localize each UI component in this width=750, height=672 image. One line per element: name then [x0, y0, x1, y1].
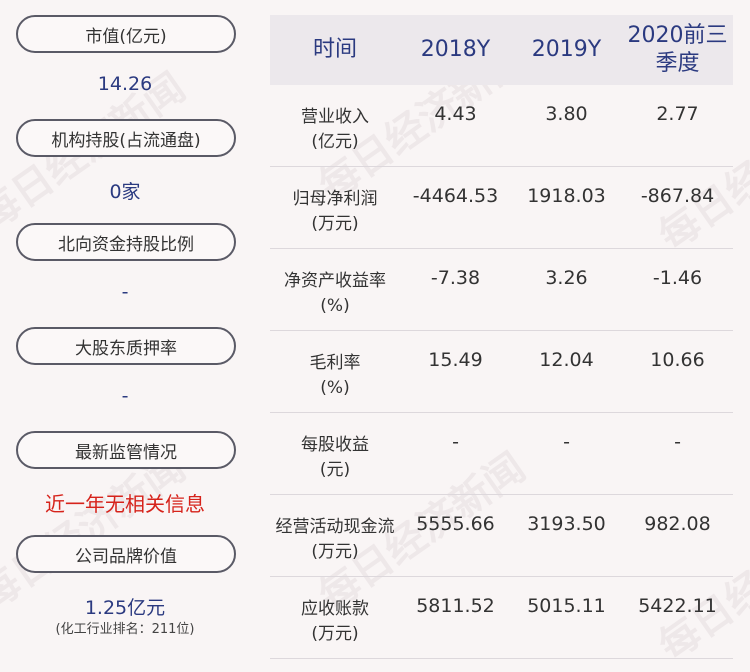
- table-cell: 10.66: [650, 349, 705, 371]
- row-label-name: 净资产收益率: [284, 271, 386, 291]
- table-row-roe: 净资产收益率 (%) -7.38 3.26 -1.46: [270, 249, 733, 331]
- row-label-name: 经营活动现金流: [275, 517, 395, 537]
- row-label-unit: (万元): [311, 542, 359, 562]
- table-cell: -1.46: [652, 267, 703, 289]
- header-time: 时间: [312, 37, 357, 62]
- market-cap-label: 市值(亿元): [16, 15, 236, 53]
- regulation-value: 近一年无相关信息: [45, 492, 205, 516]
- row-label-unit: (万元): [311, 214, 359, 234]
- brand-rank-note: (化工行业排名：211位): [55, 622, 195, 637]
- left-summary-panel: 市值(亿元) 14.26 机构持股(占流通盘) 0家 北向资金持股比例 - 大股…: [0, 0, 250, 667]
- table-row-receivables: 应收账款 (万元) 5811.52 5015.11 5422.11: [270, 577, 733, 659]
- financial-table: 时间 2018Y 2019Y 2020前三季度 营业收入 (亿元) 4.43 3.80…: [270, 15, 733, 659]
- row-label-name: 毛利率: [309, 353, 361, 373]
- table-cell: -: [563, 431, 570, 453]
- table-cell: -867.84: [640, 185, 715, 207]
- row-label: 毛利率 (%): [270, 351, 400, 401]
- table-cell: 5811.52: [416, 595, 495, 617]
- row-label-unit: (%): [320, 296, 350, 316]
- table-cell: 12.04: [539, 349, 594, 371]
- header-2020q3: 2020前三季度: [627, 23, 728, 76]
- row-label: 应收账款 (万元): [270, 597, 400, 647]
- row-label-unit: (元): [319, 460, 351, 480]
- table-row-eps: 每股收益 (元) - - -: [270, 413, 733, 495]
- table-cell: 3.26: [545, 267, 588, 289]
- table-cell: -4464.53: [412, 185, 499, 207]
- row-label: 净资产收益率 (%): [270, 269, 400, 319]
- table-cell: 5555.66: [416, 513, 495, 535]
- table-row-revenue: 营业收入 (亿元) 4.43 3.80 2.77: [270, 85, 733, 167]
- table-cell: 3.80: [545, 103, 588, 125]
- table-cell: 5015.11: [527, 595, 606, 617]
- institution-holding-label: 机构持股(占流通盘): [16, 119, 236, 157]
- regulation-label: 最新监管情况: [16, 431, 236, 469]
- row-label-unit: (亿元): [311, 132, 359, 152]
- row-label-unit: (万元): [311, 624, 359, 644]
- header-2018: 2018Y: [420, 37, 491, 62]
- table-cell: 15.49: [428, 349, 483, 371]
- table-cell: 2.77: [656, 103, 699, 125]
- table-cell: -: [674, 431, 681, 453]
- row-label-name: 应收账款: [301, 599, 369, 619]
- table-cell: 5422.11: [638, 595, 717, 617]
- row-label-name: 归母净利润: [292, 189, 378, 209]
- table-cell: -7.38: [430, 267, 481, 289]
- brand-value-value: 1.25亿元: [84, 597, 166, 619]
- pledge-ratio-value: -: [121, 385, 129, 407]
- table-cell: 1918.03: [527, 185, 606, 207]
- northbound-ratio-value: -: [121, 281, 129, 303]
- table-row-net-profit: 归母净利润 (万元) -4464.53 1918.03 -867.84: [270, 167, 733, 249]
- row-label-unit: (%): [320, 378, 350, 398]
- table-cell: 982.08: [644, 513, 711, 535]
- table-cell: 4.43: [434, 103, 477, 125]
- pledge-ratio-label: 大股东质押率: [16, 327, 236, 365]
- table-row-operating-cashflow: 经营活动现金流 (万元) 5555.66 3193.50 982.08: [270, 495, 733, 577]
- table-header: 时间 2018Y 2019Y 2020前三季度: [270, 15, 733, 85]
- header-2019: 2019Y: [531, 37, 602, 62]
- brand-value-label: 公司品牌价值: [16, 535, 236, 573]
- row-label-name: 每股收益: [301, 435, 369, 455]
- market-cap-value: 14.26: [97, 73, 153, 95]
- row-label: 营业收入 (亿元): [270, 105, 400, 155]
- northbound-ratio-label: 北向资金持股比例: [16, 223, 236, 261]
- row-label: 每股收益 (元): [270, 433, 400, 483]
- row-label: 经营活动现金流 (万元): [270, 515, 400, 565]
- table-cell: 3193.50: [527, 513, 606, 535]
- table-cell: -: [452, 431, 459, 453]
- table-row-gross-margin: 毛利率 (%) 15.49 12.04 10.66: [270, 331, 733, 413]
- row-label-name: 营业收入: [301, 107, 369, 127]
- institution-holding-value: 0家: [109, 181, 141, 203]
- row-label: 归母净利润 (万元): [270, 187, 400, 237]
